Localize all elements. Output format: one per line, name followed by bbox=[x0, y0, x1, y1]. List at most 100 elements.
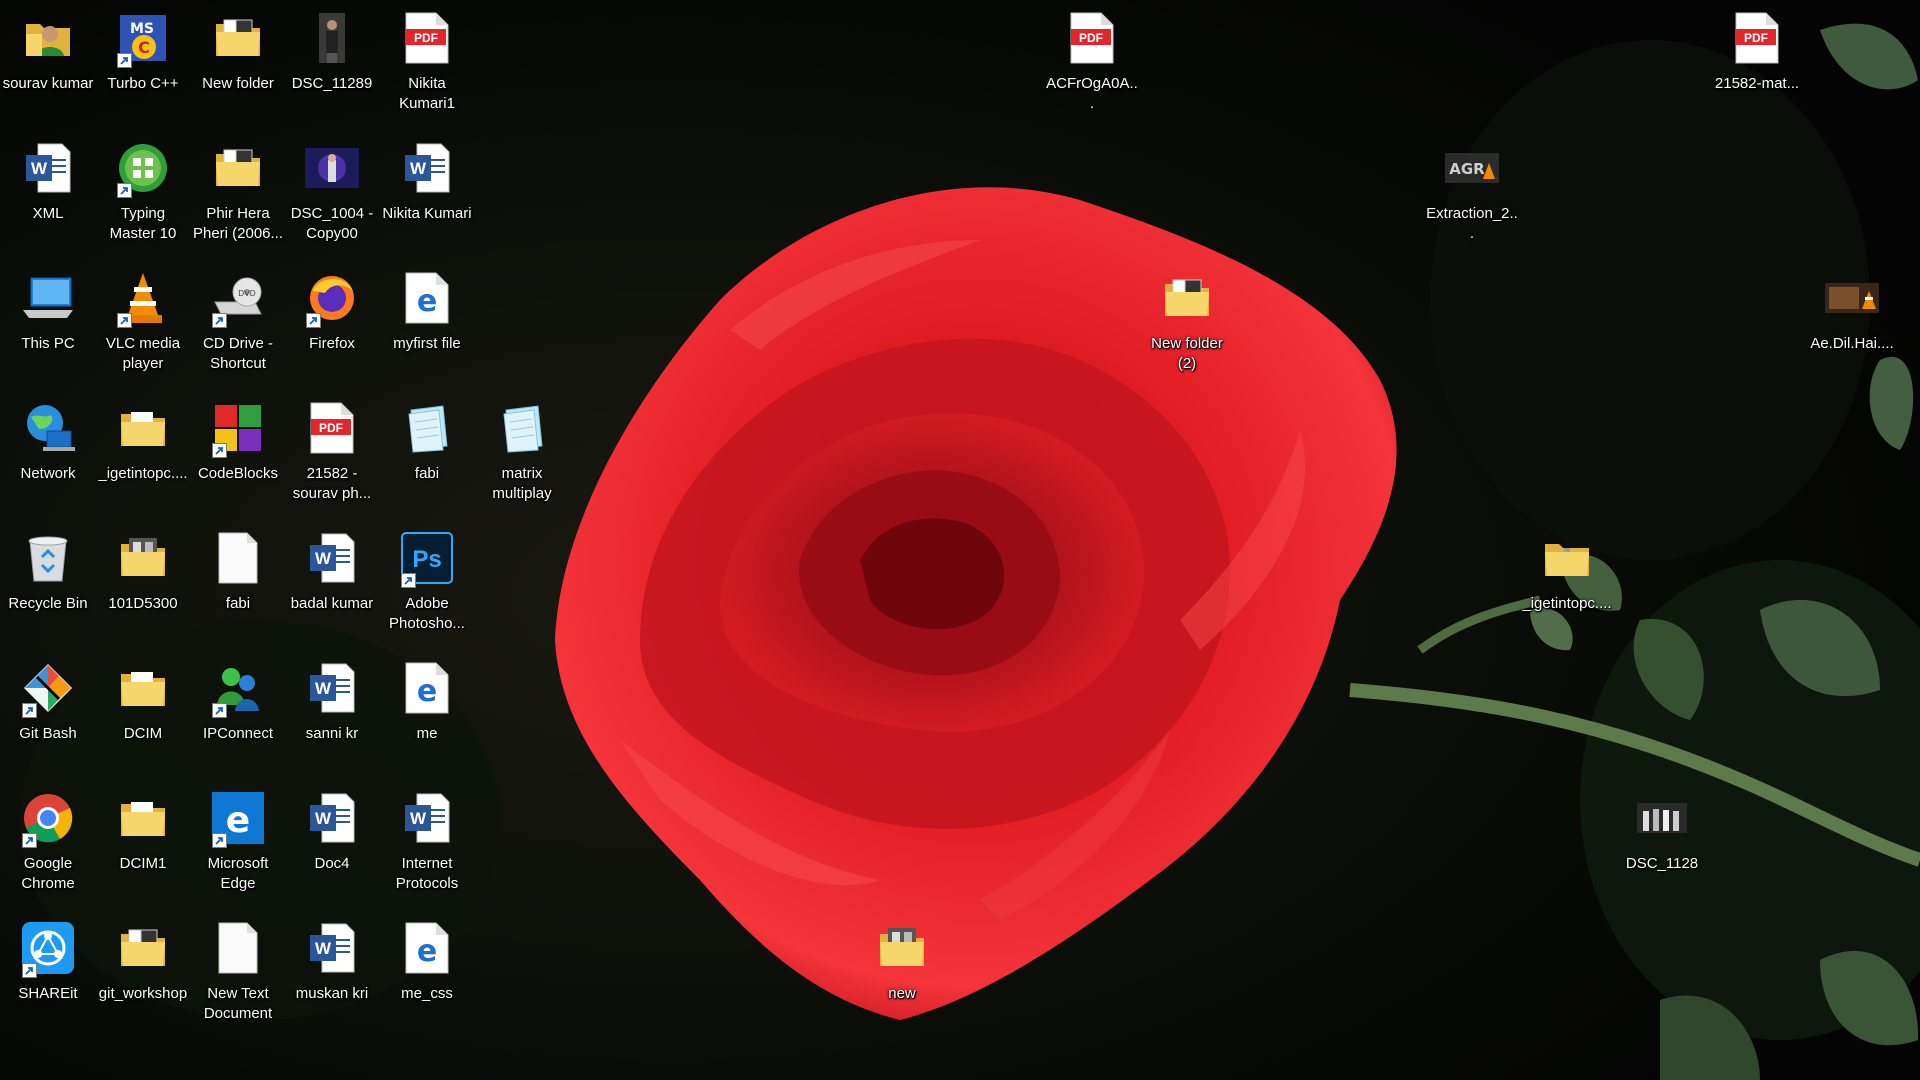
desktop-icon-dsc-1004[interactable]: DSC_1004 - Copy00 bbox=[284, 130, 380, 252]
desktop-icon-label: me_css bbox=[401, 985, 453, 1002]
desktop-icon-label: Extraction_2... bbox=[1426, 205, 1518, 242]
svg-text:PDF: PDF bbox=[319, 421, 343, 435]
desktop-icon-dsc-1128[interactable]: DSC_1128 bbox=[1614, 780, 1710, 902]
desktop-icon-new-folder[interactable]: New folder bbox=[190, 0, 286, 122]
desktop-icon-git-workshop[interactable]: git_workshop bbox=[95, 910, 191, 1032]
desktop-icon-phir-hera-pheri[interactable]: Phir Hera Pheri (2006... bbox=[190, 130, 286, 252]
photo-thumbnail-icon bbox=[300, 136, 364, 200]
pdf-icon: PDF bbox=[1725, 6, 1789, 70]
desktop-icon-cd-drive[interactable]: DVD CD Drive - Shortcut bbox=[190, 260, 286, 382]
desktop-icon-label: Microsoft Edge bbox=[207, 855, 269, 892]
desktop-icon-matrix-multiplay[interactable]: matrix multiplay bbox=[474, 390, 570, 512]
desktop-icon-label: matrix multiplay bbox=[492, 465, 552, 502]
desktop-icon-me[interactable]: e me bbox=[379, 650, 475, 772]
desktop-icon-label: DSC_11289 bbox=[291, 75, 373, 92]
svg-text:W: W bbox=[315, 809, 332, 828]
desktop-icon-area: sourav kumar MS C Turbo C++ New folder DS… bbox=[0, 0, 1920, 1080]
desktop-icon-dsc-11289[interactable]: DSC_11289 bbox=[284, 0, 380, 122]
desktop-icon-new-text-document[interactable]: New Text Document bbox=[190, 910, 286, 1032]
desktop-icon-igetintopc-zip[interactable]: _igetintopc.... bbox=[1519, 520, 1615, 642]
desktop-icon-label: CD Drive - Shortcut bbox=[203, 335, 273, 372]
folder-icon bbox=[111, 786, 175, 850]
desktop-icon-fabi-blank[interactable]: fabi bbox=[190, 520, 286, 642]
desktop-icon-internet-protocols[interactable]: W Internet Protocols bbox=[379, 780, 475, 902]
desktop-icon-firefox[interactable]: Firefox bbox=[284, 260, 380, 382]
desktop-icon-git-bash[interactable]: Git Bash bbox=[0, 650, 96, 772]
codeblocks-icon bbox=[206, 396, 270, 460]
desktop-icon-muskan-kri[interactable]: Wmuskan kri bbox=[284, 910, 380, 1032]
desktop-icon-dcim1[interactable]: DCIM1 bbox=[95, 780, 191, 902]
video-thumbnail-icon bbox=[1820, 266, 1884, 330]
desktop-icon-label: badal kumar bbox=[290, 595, 374, 612]
desktop-icon-label: Firefox bbox=[309, 335, 355, 352]
edge-icon: e bbox=[206, 786, 270, 850]
desktop-icon-fabi-notepad[interactable]: fabi bbox=[379, 390, 475, 512]
firefox-icon bbox=[300, 266, 364, 330]
desktop-icon-sanni-kr[interactable]: Wsanni kr bbox=[284, 650, 380, 772]
desktop-icon-adobe-photoshop[interactable]: Ps Adobe Photosho... bbox=[379, 520, 475, 642]
desktop-icon-network[interactable]: Network bbox=[0, 390, 96, 512]
desktop-icon-codeblocks[interactable]: CodeBlocks bbox=[190, 390, 286, 512]
desktop-icon-new[interactable]: new bbox=[854, 910, 950, 1032]
desktop-icon-21582-sourav[interactable]: PDF 21582 - sourav ph... bbox=[284, 390, 380, 512]
desktop-icon-xml[interactable]: W XML bbox=[0, 130, 96, 252]
desktop-icon-label: New folder (2) bbox=[1151, 335, 1223, 372]
dvd-drive-icon: DVD bbox=[206, 266, 270, 330]
desktop-icon-label: muskan kri bbox=[295, 985, 369, 1002]
photoshop-icon: Ps bbox=[395, 526, 459, 590]
desktop-icon-acfrog[interactable]: PDF ACFrOgA0A... bbox=[1044, 0, 1140, 122]
desktop-icon-me-css[interactable]: e me_css bbox=[379, 910, 475, 1032]
desktop-icon-label: myfirst file bbox=[393, 335, 461, 352]
desktop-icon-google-chrome[interactable]: Google Chrome bbox=[0, 780, 96, 902]
desktop-icon-label: Recycle Bin bbox=[8, 595, 88, 612]
svg-text:e: e bbox=[226, 800, 250, 841]
svg-text:e: e bbox=[417, 284, 437, 319]
folder-icon bbox=[206, 6, 270, 70]
desktop-icon-label: fabi bbox=[414, 465, 440, 482]
svg-text:W: W bbox=[410, 159, 427, 178]
desktop-icon-sourav-kumar[interactable]: sourav kumar bbox=[0, 0, 96, 122]
desktop-icon-101d5300[interactable]: 101D5300 bbox=[95, 520, 191, 642]
desktop-icon-label: IPConnect bbox=[202, 725, 274, 742]
svg-text:AGR: AGR bbox=[1449, 160, 1485, 178]
desktop-icon-typing-master[interactable]: Typing Master 10 bbox=[95, 130, 191, 252]
svg-text:PDF: PDF bbox=[1079, 31, 1103, 45]
desktop-icon-recycle-bin[interactable]: Recycle Bin bbox=[0, 520, 96, 642]
desktop-icon-microsoft-edge[interactable]: e Microsoft Edge bbox=[190, 780, 286, 902]
desktop-icon-myfirst-file[interactable]: e myfirst file bbox=[379, 260, 475, 382]
shortcut-arrow-icon bbox=[212, 703, 227, 718]
desktop-icon-extraction-2[interactable]: AGR Extraction_2... bbox=[1424, 130, 1520, 252]
desktop-icon-new-folder-2[interactable]: New folder (2) bbox=[1139, 260, 1235, 382]
desktop-icon-doc4[interactable]: W Doc4 bbox=[284, 780, 380, 902]
desktop-icon-label: New folder bbox=[202, 75, 274, 92]
desktop-icon-label: This PC bbox=[21, 335, 75, 352]
desktop-icon-label: Typing Master 10 bbox=[109, 205, 177, 242]
desktop-icon-label: Network bbox=[20, 465, 76, 482]
desktop-icon-shareit[interactable]: SHAREit bbox=[0, 910, 96, 1032]
shortcut-arrow-icon bbox=[117, 53, 132, 68]
svg-text:W: W bbox=[315, 549, 332, 568]
word-document-icon: W bbox=[300, 916, 364, 980]
svg-text:e: e bbox=[417, 674, 437, 709]
desktop-icon-ae-dil-hai[interactable]: Ae.Dil.Hai.... bbox=[1804, 260, 1900, 382]
desktop-icon-label: SHAREit bbox=[18, 985, 78, 1002]
desktop-icon-turbo-cpp[interactable]: MS C Turbo C++ bbox=[95, 0, 191, 122]
shortcut-arrow-icon bbox=[117, 183, 132, 198]
desktop-icon-label: Adobe Photosho... bbox=[389, 595, 465, 632]
word-document-icon: W bbox=[300, 526, 364, 590]
desktop-icon-nikita-kumari1[interactable]: PDF Nikita Kumari1 bbox=[379, 0, 475, 122]
word-document-icon: W bbox=[395, 786, 459, 850]
desktop-icon-dcim[interactable]: DCIM bbox=[95, 650, 191, 772]
desktop-icon-label: DSC_1004 - Copy00 bbox=[290, 205, 374, 242]
desktop-icon-21582-mat[interactable]: PDF 21582-mat... bbox=[1709, 0, 1805, 122]
desktop-icon-igetintopc-1[interactable]: _igetintopc.... bbox=[95, 390, 191, 512]
desktop-icon-vlc[interactable]: VLC media player bbox=[95, 260, 191, 382]
desktop-icon-ipconnect[interactable]: IPConnect bbox=[190, 650, 286, 772]
desktop-icon-label: VLC media player bbox=[105, 335, 181, 372]
text-file-icon bbox=[206, 526, 270, 590]
pdf-icon: PDF bbox=[300, 396, 364, 460]
desktop-icon-this-pc[interactable]: This PC bbox=[0, 260, 96, 382]
desktop-icon-label: Nikita Kumari bbox=[382, 205, 472, 222]
desktop-icon-nikita-kumari[interactable]: W Nikita Kumari bbox=[379, 130, 475, 252]
desktop-icon-badal-kumar[interactable]: Wbadal kumar bbox=[284, 520, 380, 642]
